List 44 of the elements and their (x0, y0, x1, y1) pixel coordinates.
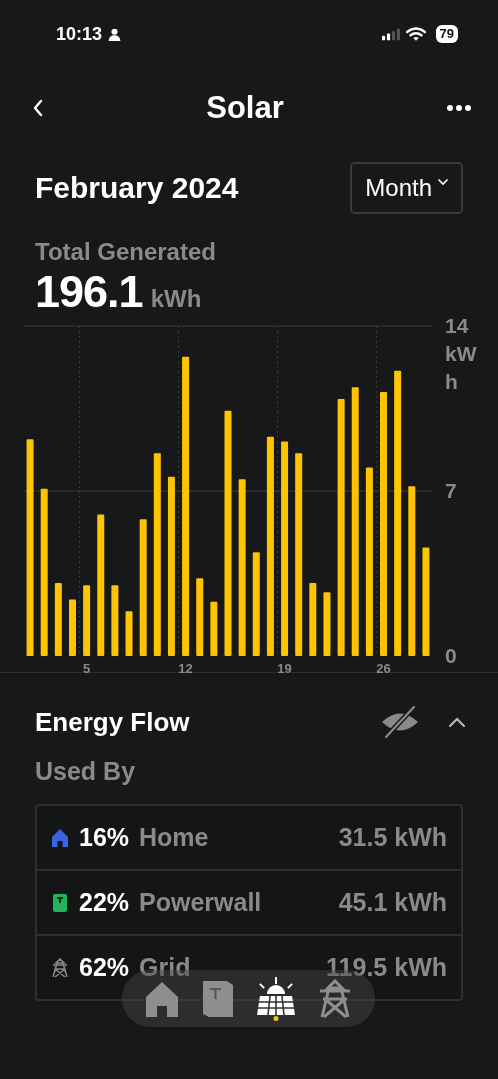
source-label: Grid (139, 953, 191, 982)
clock-time: 10:13 (56, 23, 103, 45)
source-label: Powerwall (139, 888, 262, 917)
more-button[interactable] (444, 102, 474, 114)
total-unit: kWh (150, 285, 202, 313)
battery-indicator: 79 (435, 25, 458, 43)
axis-label: 7 (445, 478, 458, 504)
axis-label: 5 (83, 661, 91, 676)
usage-row[interactable]: 62% Grid 119.5 kWh (37, 936, 461, 999)
signal-icon (381, 27, 400, 41)
axis-label: 26 (376, 661, 391, 676)
axis-label: 14 (445, 313, 470, 339)
bar (69, 599, 76, 656)
tab[interactable] (255, 976, 296, 1021)
usage-row[interactable]: 22% Powerwall 45.1 kWh (37, 871, 461, 936)
usage-row[interactable]: 16% Home 31.5 kWh (37, 806, 461, 871)
bar (210, 601, 218, 656)
axis-label: 0 (445, 643, 458, 669)
summary-label: Total Generated (35, 238, 217, 266)
bar (83, 585, 91, 656)
house-icon (144, 979, 181, 1018)
source-label: Home (139, 823, 209, 852)
bar (111, 585, 119, 656)
bar (125, 611, 133, 656)
axis-title: kWh (445, 341, 478, 395)
percent-value: 62% (79, 953, 130, 982)
person-icon (108, 27, 122, 41)
energy-value: 45.1 kWh (338, 888, 447, 917)
percent-value: 22% (79, 888, 130, 917)
bar (323, 592, 331, 656)
wifi-icon (405, 27, 426, 41)
axis-label: 19 (277, 661, 292, 676)
energy-value: 31.5 kWh (338, 823, 447, 852)
battery-icon (201, 978, 236, 1019)
period-label: February 2024 (35, 171, 239, 205)
axis-label: 12 (178, 661, 193, 676)
energy-value: 119.5 kWh (326, 953, 447, 982)
percent-value: 16% (79, 823, 130, 852)
caret-icon (437, 178, 449, 186)
section-title: Energy Flow (35, 706, 190, 738)
period-dropdown[interactable]: Month (350, 162, 463, 214)
section-subtitle: Used By (34, 757, 137, 786)
total-value: 196.1 (35, 266, 143, 318)
page-title: Solar (206, 90, 284, 126)
